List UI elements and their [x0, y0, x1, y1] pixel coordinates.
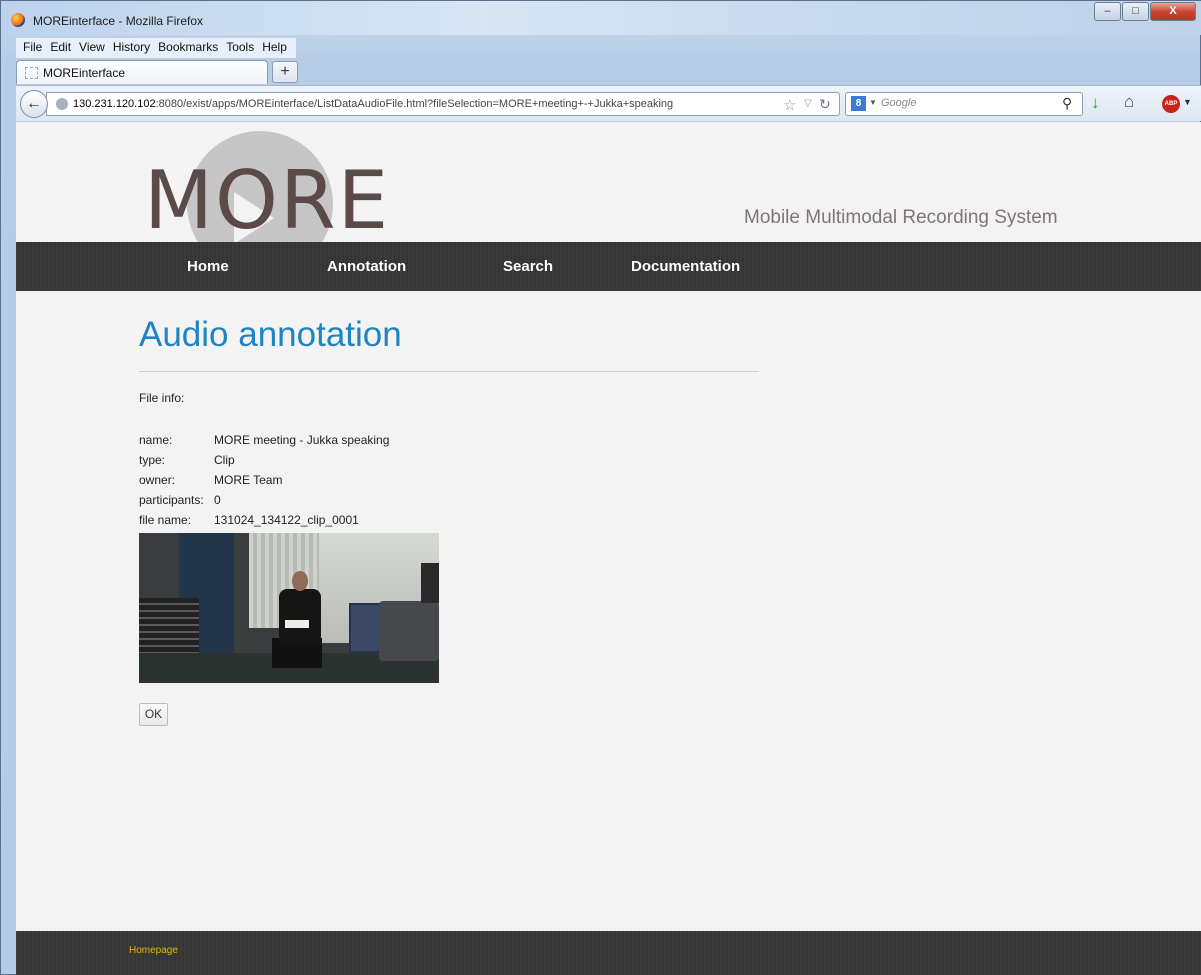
url-host: 130.231.120.102 — [73, 98, 156, 110]
info-value: MORE meeting - Jukka speaking — [214, 433, 390, 447]
search-box[interactable]: 8 ▼ Google ⚲ — [845, 92, 1083, 116]
page-title: Audio annotation — [139, 315, 402, 354]
thumbnail-monitor — [421, 563, 439, 603]
nav-annotation[interactable]: Annotation — [327, 258, 406, 275]
thumbnail-person-head — [292, 571, 308, 591]
info-value: MORE Team — [214, 473, 283, 487]
info-value: 0 — [214, 493, 221, 507]
info-row-file-name: file name: 131024_134122_clip_0001 — [139, 513, 389, 533]
title-divider — [139, 371, 759, 372]
back-icon: ← — [26, 95, 42, 112]
title-bar: MOREinterface - Mozilla Firefox – □ X — [1, 1, 1201, 35]
address-bar[interactable]: 130.231.120.102:8080/exist/apps/MOREinte… — [46, 92, 840, 116]
info-row-name: name: MORE meeting - Jukka speaking — [139, 433, 389, 453]
firefox-icon — [11, 13, 25, 27]
page-favicon-icon — [25, 67, 38, 79]
file-info-table: name: MORE meeting - Jukka speaking type… — [139, 433, 389, 533]
info-key: name: — [139, 433, 173, 447]
back-button[interactable]: ← — [20, 90, 48, 118]
download-icon[interactable]: ↓ — [1091, 93, 1100, 113]
thumbnail-paper — [285, 620, 309, 628]
navigation-toolbar: 130.231.120.102:8080/exist/apps/MOREinte… — [16, 85, 1201, 121]
menu-file[interactable]: File — [20, 38, 47, 58]
search-placeholder: Google — [881, 97, 917, 109]
site-footer: Homepage — [16, 931, 1201, 975]
menu-bookmarks[interactable]: Bookmarks — [155, 38, 223, 58]
history-dropdown-icon[interactable]: ▽ — [804, 98, 812, 109]
info-key: owner: — [139, 473, 176, 487]
menu-tools[interactable]: Tools — [223, 38, 259, 58]
nav-search[interactable]: Search — [503, 258, 553, 275]
menu-help[interactable]: Help — [259, 38, 292, 58]
info-key: type: — [139, 453, 166, 467]
google-icon[interactable]: 8 — [851, 96, 866, 111]
globe-icon — [56, 98, 68, 110]
tab-strip: MOREinterface + — [16, 58, 1201, 85]
url-text: 130.231.120.102:8080/exist/apps/MOREinte… — [73, 98, 673, 110]
search-icon[interactable]: ⚲ — [1062, 95, 1072, 112]
thumbnail-chair — [379, 601, 439, 661]
home-icon[interactable]: ⌂ — [1124, 92, 1134, 112]
info-value: 131024_134122_clip_0001 — [214, 513, 359, 527]
maximize-button[interactable]: □ — [1122, 2, 1149, 21]
minimize-button[interactable]: – — [1094, 2, 1121, 21]
menu-view[interactable]: View — [76, 38, 110, 58]
browser-window: MOREinterface - Mozilla Firefox – □ X Fi… — [0, 0, 1201, 975]
site-logo: MORE — [144, 154, 391, 247]
info-key: participants: — [139, 493, 204, 507]
menu-bar: File Edit View History Bookmarks Tools H… — [16, 38, 296, 58]
tab-label: MOREinterface — [43, 66, 126, 80]
page-viewport: MORE Mobile Multimodal Recording System … — [16, 122, 1201, 975]
info-row-owner: owner: MORE Team — [139, 473, 389, 493]
info-value: Clip — [214, 453, 235, 467]
new-tab-button[interactable]: + — [272, 61, 298, 83]
info-row-type: type: Clip — [139, 453, 389, 473]
menu-edit[interactable]: Edit — [47, 38, 76, 58]
tab-moreinterface[interactable]: MOREinterface — [16, 60, 268, 84]
info-key: file name: — [139, 513, 192, 527]
main-content: Audio annotation File info: name: MORE m… — [139, 315, 759, 726]
ok-button[interactable]: OK — [139, 703, 168, 726]
info-row-participants: participants: 0 — [139, 493, 389, 513]
adblock-icon[interactable]: ABP — [1162, 95, 1180, 113]
url-path: :8080/exist/apps/MOREinterface/ListDataA… — [155, 98, 674, 110]
clip-thumbnail — [139, 533, 439, 683]
homepage-link[interactable]: Homepage — [129, 945, 178, 956]
search-engine-dropdown-icon[interactable]: ▼ — [869, 98, 877, 107]
star-icon[interactable]: ☆ — [783, 96, 796, 114]
reload-icon[interactable]: ↻ — [819, 96, 831, 113]
close-button[interactable]: X — [1150, 2, 1196, 21]
window-title: MOREinterface - Mozilla Firefox — [33, 14, 204, 28]
menu-history[interactable]: History — [110, 38, 155, 58]
window-controls: – □ X — [1093, 2, 1196, 21]
file-info-label: File info: — [139, 391, 185, 405]
adblock-dropdown-icon[interactable]: ▼ — [1183, 97, 1192, 107]
main-nav: Home Annotation Search Documentation — [16, 242, 1201, 291]
site-tagline: Mobile Multimodal Recording System — [744, 207, 1058, 228]
site-header: MORE Mobile Multimodal Recording System — [16, 122, 1201, 277]
thumbnail-person-body — [279, 589, 321, 644]
nav-documentation[interactable]: Documentation — [631, 258, 740, 275]
nav-home[interactable]: Home — [187, 258, 229, 275]
